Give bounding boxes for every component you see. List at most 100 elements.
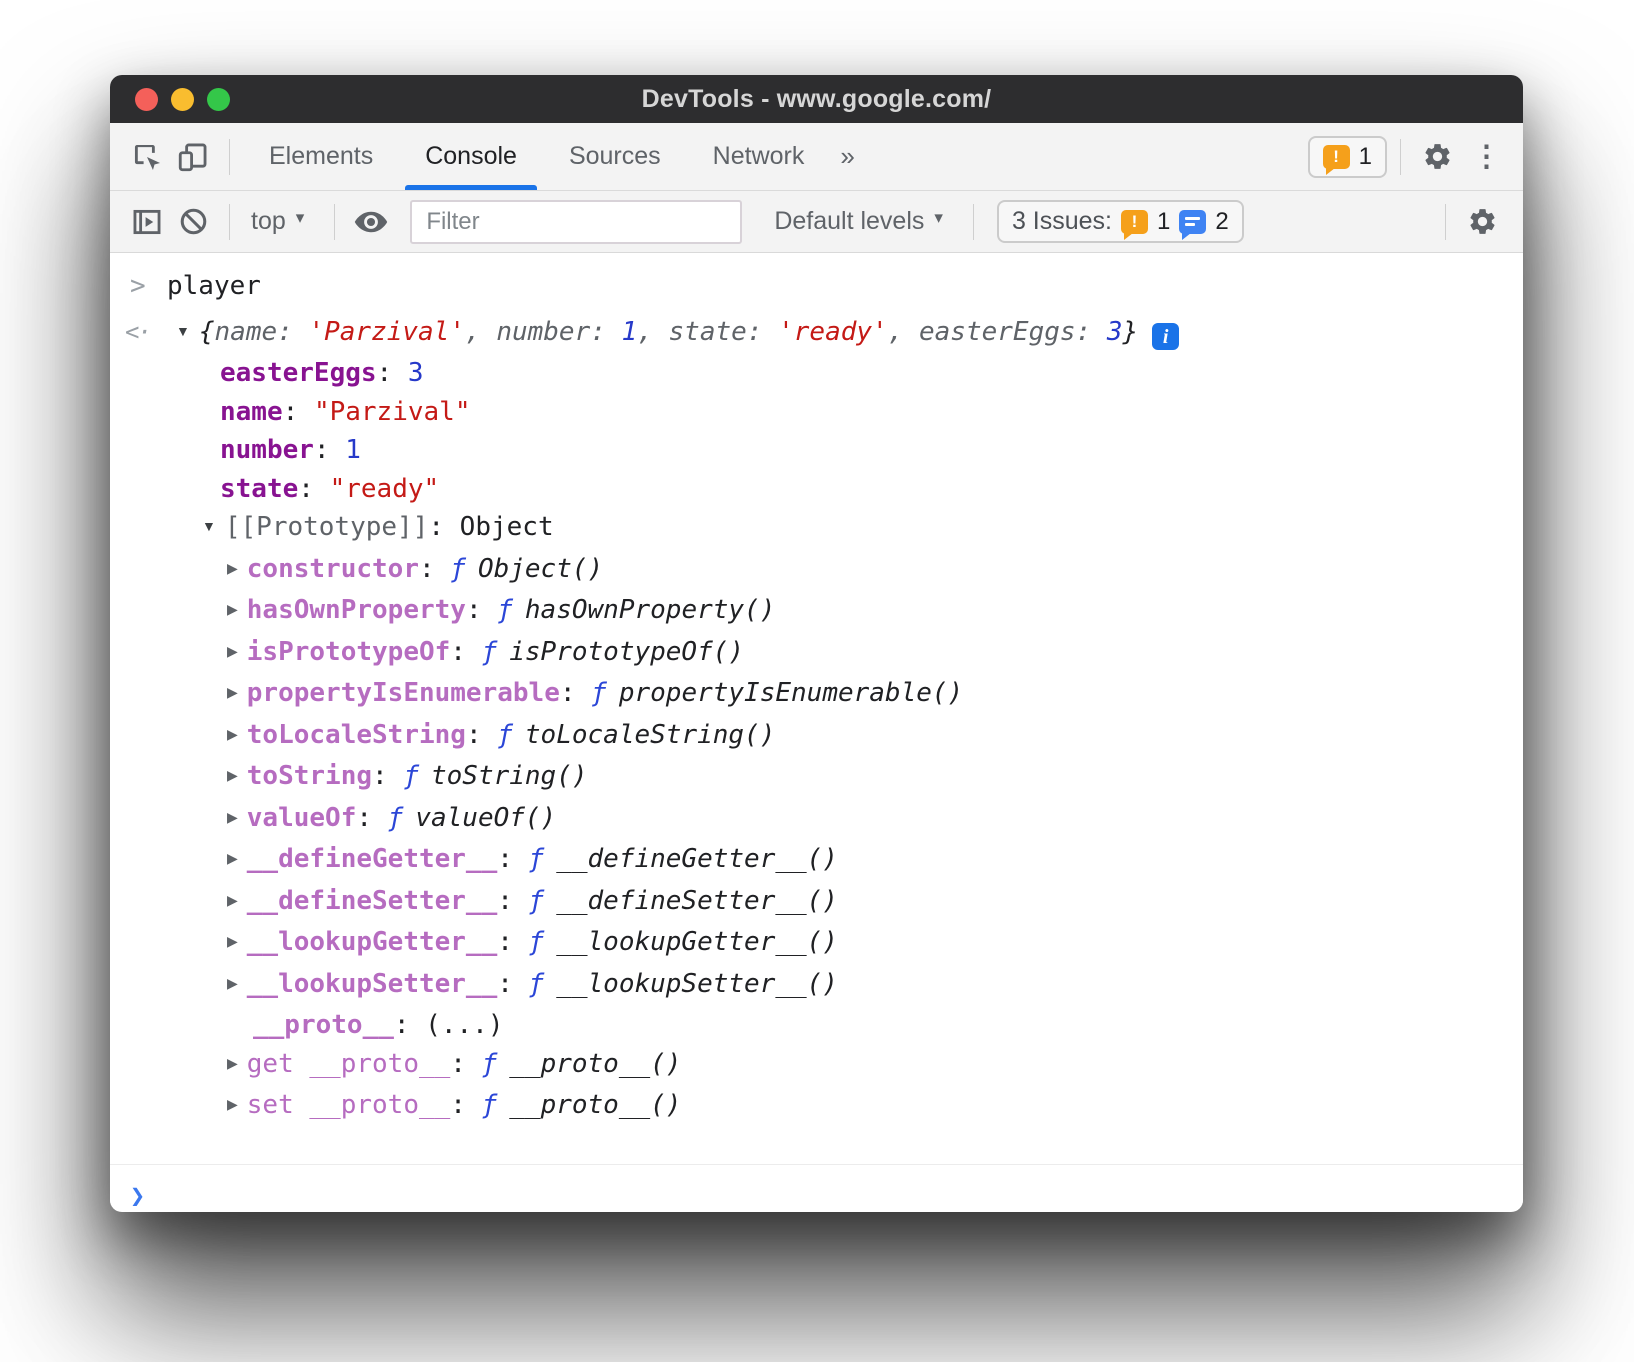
- divider: [1445, 204, 1446, 240]
- function-name: __lookupGetter__(): [556, 927, 838, 957]
- property-key: toString: [247, 761, 372, 791]
- kebab-menu-icon[interactable]: ⋮: [1460, 139, 1513, 174]
- caret-right-icon[interactable]: ▶: [227, 756, 238, 795]
- function-symbol: ƒ: [482, 637, 498, 667]
- property-key: __lookupSetter__: [247, 969, 497, 999]
- brace: {: [199, 317, 215, 347]
- log-levels-dropdown[interactable]: Default levels ▾: [766, 207, 960, 236]
- filter-input[interactable]: [410, 200, 742, 244]
- property-key: state: [220, 474, 298, 504]
- block-icon: [177, 205, 210, 238]
- function-name: Object(): [478, 554, 603, 584]
- preview-value: 3: [1107, 317, 1123, 347]
- divider: [229, 204, 230, 240]
- brace: }: [1123, 317, 1139, 347]
- eye-icon: [353, 204, 389, 240]
- prototype-header-row: ▼ [[Prototype]]: Object: [110, 508, 1523, 550]
- function-symbol: ƒ: [529, 844, 545, 874]
- divider: [229, 139, 230, 175]
- colon: :: [747, 317, 778, 347]
- caret-right-icon[interactable]: ▶: [227, 964, 238, 1003]
- tree-row: ▶set __proto__: ƒ__proto__(): [110, 1086, 1523, 1128]
- property-key: [[Prototype]]: [225, 512, 429, 542]
- tab-label: Network: [713, 142, 805, 171]
- console-settings-button[interactable]: [1459, 196, 1505, 248]
- tab-elements[interactable]: Elements: [243, 123, 399, 190]
- colon: :: [394, 1010, 425, 1040]
- preview-value: 'Parzival': [308, 317, 465, 347]
- caret-right-icon[interactable]: ▶: [227, 881, 238, 920]
- colon: :: [377, 358, 408, 388]
- caret-right-icon[interactable]: ▶: [227, 632, 238, 671]
- property-value: 3: [408, 358, 424, 388]
- caret-right-icon[interactable]: ▶: [227, 549, 238, 588]
- colon: :: [298, 474, 329, 504]
- comma: ,: [888, 317, 919, 347]
- property-key: valueOf: [247, 803, 357, 833]
- colon: :: [283, 397, 314, 427]
- tab-console[interactable]: Console: [399, 123, 543, 190]
- caret-right-icon[interactable]: ▶: [227, 798, 238, 837]
- property-value: Object: [460, 512, 554, 542]
- inspect-element-button[interactable]: [124, 131, 170, 183]
- close-window-button[interactable]: [135, 88, 158, 111]
- function-name: propertyIsEnumerable(): [619, 678, 963, 708]
- tab-sources[interactable]: Sources: [543, 123, 687, 190]
- console-prompt[interactable]: ❯: [110, 1165, 1523, 1211]
- function-name: __defineGetter__(): [556, 844, 838, 874]
- colon: :: [450, 1049, 481, 1079]
- tree-row: number: 1: [110, 431, 1523, 470]
- function-symbol: ƒ: [403, 761, 419, 791]
- colon: :: [356, 803, 387, 833]
- tree-row: ▶__defineGetter__: ƒ__defineGetter__(): [110, 840, 1523, 882]
- caret-right-icon[interactable]: ▶: [227, 839, 238, 878]
- caret-right-icon[interactable]: ▶: [227, 1044, 238, 1083]
- caret-down-icon[interactable]: ▼: [176, 312, 190, 351]
- window-title: DevTools - www.google.com/: [642, 85, 992, 114]
- property-value: "Parzival": [314, 397, 471, 427]
- toggle-device-toolbar-button[interactable]: [170, 131, 216, 183]
- more-tabs-icon[interactable]: »: [830, 141, 864, 172]
- colon: :: [497, 969, 528, 999]
- minimize-window-button[interactable]: [171, 88, 194, 111]
- show-console-sidebar-button[interactable]: [124, 196, 170, 248]
- colon: :: [277, 317, 308, 347]
- title-bar: DevTools - www.google.com/: [110, 75, 1523, 123]
- caret-right-icon[interactable]: ▶: [227, 715, 238, 754]
- tree-row: state: "ready": [110, 470, 1523, 509]
- colon: :: [450, 1090, 481, 1120]
- colon: :: [419, 554, 450, 584]
- colon: :: [450, 637, 481, 667]
- caret-right-icon[interactable]: ▶: [227, 590, 238, 629]
- comma: ,: [637, 317, 668, 347]
- create-live-expression-button[interactable]: [348, 196, 394, 248]
- preview-key: number: [496, 317, 590, 347]
- divider: [973, 204, 974, 240]
- clear-console-button[interactable]: [170, 196, 216, 248]
- tab-label: Sources: [569, 142, 661, 171]
- error-count-badge[interactable]: ! 1: [1308, 136, 1387, 178]
- inspect-cursor-icon: [130, 140, 164, 174]
- colon: :: [428, 512, 459, 542]
- property-key: __defineSetter__: [247, 886, 497, 916]
- colon: :: [314, 435, 345, 465]
- caret-right-icon[interactable]: ▶: [227, 673, 238, 712]
- caret-right-icon[interactable]: ▶: [227, 922, 238, 961]
- colon: :: [497, 844, 528, 874]
- info-icon[interactable]: i: [1152, 323, 1179, 350]
- warning-bubble-icon: !: [1121, 210, 1148, 234]
- accessor-prefix: set: [247, 1090, 310, 1120]
- tree-row: ▶__lookupGetter__: ƒ__lookupGetter__(): [110, 923, 1523, 965]
- message-bubble-icon: [1179, 210, 1206, 234]
- issues-badge[interactable]: 3 Issues: ! 1 2: [997, 200, 1244, 243]
- caret-down-icon[interactable]: ▼: [202, 507, 216, 546]
- property-key: easterEggs: [220, 358, 377, 388]
- context-label: top: [251, 207, 286, 236]
- tab-network[interactable]: Network: [687, 123, 831, 190]
- function-name: toLocaleString(): [525, 720, 775, 750]
- zoom-window-button[interactable]: [207, 88, 230, 111]
- caret-right-icon[interactable]: ▶: [227, 1085, 238, 1124]
- devtools-settings-button[interactable]: [1414, 131, 1460, 183]
- colon: :: [590, 317, 621, 347]
- javascript-context-dropdown[interactable]: top ▾: [243, 207, 321, 236]
